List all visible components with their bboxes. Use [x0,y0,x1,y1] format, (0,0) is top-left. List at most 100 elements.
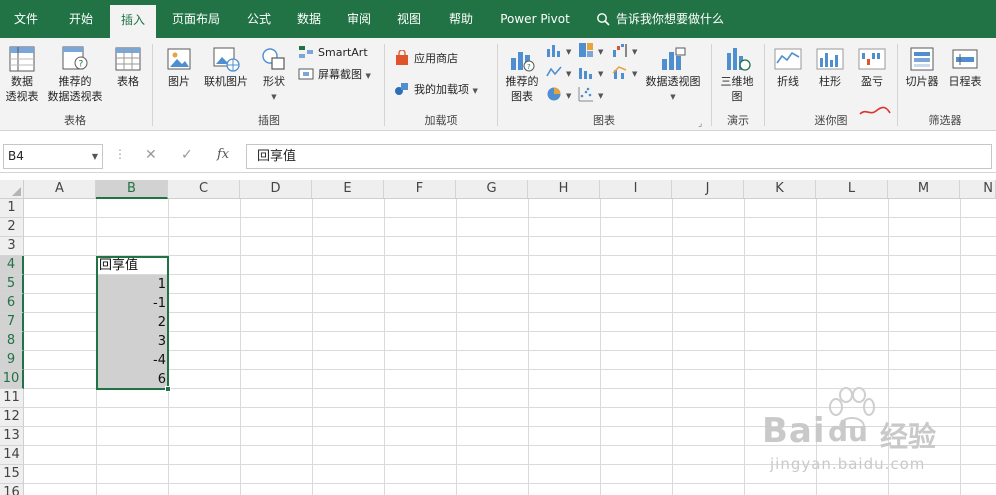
row-header-5[interactable]: 5 [0,275,24,294]
tab-review[interactable]: 审阅 [336,0,382,38]
column-header-l[interactable]: L [816,180,888,199]
selection-range [96,256,169,390]
picture-button[interactable]: 图片 [160,44,198,89]
pivot-table-label-2: 透视表 [5,90,39,103]
row-header-6[interactable]: 6 [0,294,24,313]
shapes-icon [262,48,285,70]
column-header-b[interactable]: B [96,180,168,199]
group-label-charts: 图表 [593,114,615,127]
table-button[interactable]: 表格 [110,44,146,89]
column-header-j[interactable]: J [672,180,744,199]
pivot-table-button[interactable]: 数据 透视表 [2,44,42,104]
charts-dialog-launcher[interactable]: ⌟ [698,115,702,133]
sparkline-line-button[interactable]: 折线 [770,44,806,89]
row-header-9[interactable]: 9 [0,351,24,370]
column-header-i[interactable]: I [600,180,672,199]
my-addins-button[interactable]: 我的加载项 ▼ [394,81,478,100]
row-header-14[interactable]: 14 [0,446,24,465]
sparkline-column-label: 柱形 [819,75,841,88]
sparkline-column-button[interactable]: 柱形 [812,44,848,89]
timeline-button[interactable]: 日程表 [945,44,985,89]
slicer-button[interactable]: 切片器 [902,44,942,89]
column-header-a[interactable]: A [24,180,96,199]
tab-power-pivot[interactable]: Power Pivot [492,0,578,38]
formula-input[interactable]: 回享值 [246,144,992,169]
row-header-15[interactable]: 15 [0,465,24,484]
3d-map-button[interactable]: 三维地 图 [716,44,758,104]
tab-view[interactable]: 视图 [386,0,432,38]
tab-formulas[interactable]: 公式 [236,0,282,38]
formula-bar-grip-icon[interactable]: ⋮ [114,147,126,161]
tell-me-search[interactable]: 告诉我你想要做什么 [596,0,724,38]
row-header-10[interactable]: 10 [0,370,24,389]
insert-function-icon[interactable]: fx [217,147,229,162]
hierarchy-chart-button[interactable]: ▼ [578,42,603,61]
screenshot-button[interactable]: 屏幕截图 ▼ [298,66,371,85]
smartart-label: SmartArt [318,46,368,59]
tab-page-layout[interactable]: 页面布局 [160,0,232,38]
pivot-chart-button[interactable]: 数据透视图 ▼ [640,44,706,102]
tab-help[interactable]: 帮助 [436,0,486,38]
enter-check-icon[interactable]: ✓ [181,147,193,163]
chevron-down-icon[interactable]: ▼ [92,145,98,168]
column-header-k[interactable]: K [744,180,816,199]
screenshot-icon [298,68,314,80]
row-header-1[interactable]: 1 [0,199,24,218]
gridline [528,199,529,495]
row-header-3[interactable]: 3 [0,237,24,256]
shapes-label: 形状 [263,75,285,88]
online-picture-label: 联机图片 [204,75,248,88]
globe-map-icon [727,48,751,71]
timeline-label: 日程表 [948,75,982,88]
group-separator [497,44,498,126]
chevron-down-icon: ▼ [598,48,604,56]
column-chart-button[interactable]: ▼ [546,42,571,61]
column-header-c[interactable]: C [168,180,240,199]
column-header-d[interactable]: D [240,180,312,199]
row-header-13[interactable]: 13 [0,427,24,446]
column-header-n[interactable]: N [960,180,996,199]
waterfall-chart-button[interactable]: ▼ [612,42,637,61]
column-header-g[interactable]: G [456,180,528,199]
pie-chart-button[interactable]: ▼ [546,86,571,105]
store-button[interactable]: 应用商店 [394,49,458,68]
fill-handle[interactable] [165,386,171,392]
column-header-h[interactable]: H [528,180,600,199]
row-header-7[interactable]: 7 [0,313,24,332]
column-header-e[interactable]: E [312,180,384,199]
recommended-charts-button[interactable]: ? 推荐的 图表 [502,44,542,104]
gridline [312,199,313,495]
row-header-8[interactable]: 8 [0,332,24,351]
tab-home[interactable]: 开始 [54,0,108,38]
sparkline-winloss-button[interactable]: 盈亏 [854,44,890,89]
recommended-pivot-button[interactable]: ? 推荐的 数据透视表 [44,44,106,104]
smartart-button[interactable]: SmartArt [298,44,368,62]
3d-map-label-2: 图 [731,90,743,103]
row-header-2[interactable]: 2 [0,218,24,237]
tab-insert[interactable]: 插入 [110,5,156,38]
column-header-f[interactable]: F [384,180,456,199]
line-chart-button[interactable]: ▼ [546,64,571,83]
scatter-chart-button[interactable]: ▼ [578,86,603,105]
row-header-16[interactable]: 16 [0,484,24,495]
gridline [240,199,241,495]
online-picture-button[interactable]: 联机图片 [200,44,252,89]
formula-bar: B4 ▼ ⋮ ✕ ✓ fx 回享值 [0,139,996,173]
tab-file[interactable]: 文件 [0,0,52,38]
gridline [24,236,996,237]
shapes-button[interactable]: 形状 ▼ [254,44,294,102]
name-box[interactable]: B4 ▼ [3,144,103,169]
row-header-11[interactable]: 11 [0,389,24,408]
chevron-down-icon: ▼ [271,93,277,101]
row-header-4[interactable]: 4 [0,256,24,275]
combo-chart-button[interactable]: ▼ [612,64,637,83]
gridline [744,199,745,495]
cancel-icon[interactable]: ✕ [145,147,157,163]
tab-data[interactable]: 数据 [286,0,332,38]
row-header-12[interactable]: 12 [0,408,24,427]
stat-chart-button[interactable]: ▼ [578,64,603,83]
column-header-m[interactable]: M [888,180,960,199]
chevron-down-icon: ▼ [566,48,572,56]
group-separator [384,44,385,126]
select-all-button[interactable] [0,180,24,199]
